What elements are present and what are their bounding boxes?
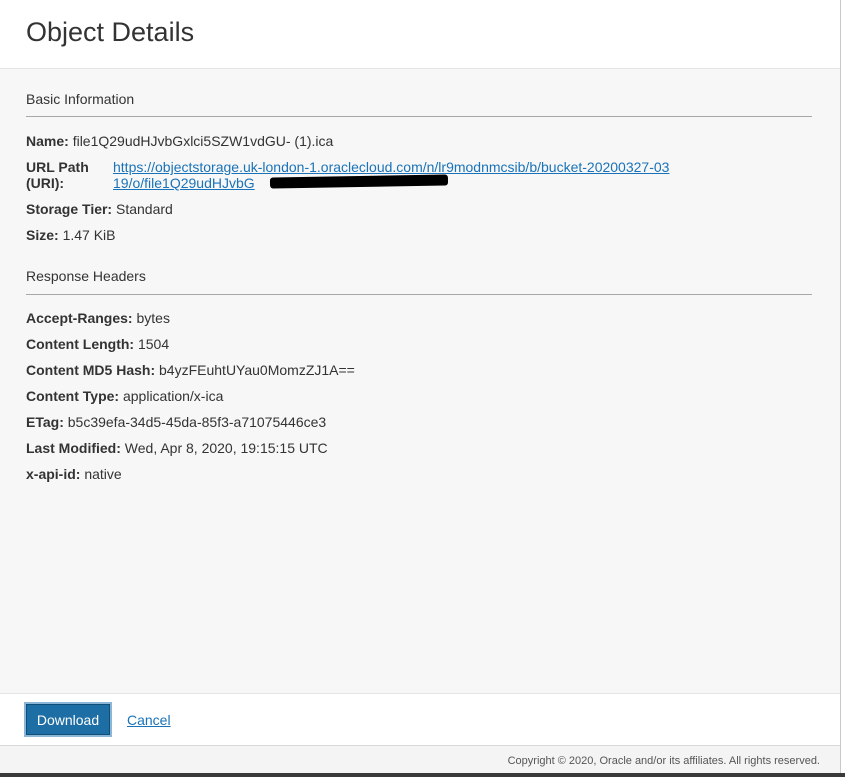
storage-tier-label: Storage Tier: <box>26 201 113 217</box>
header-label: Content Length: <box>26 336 135 352</box>
header-value: b4yzFEuhtUYau0MomzZJ1A== <box>159 362 355 378</box>
header-value: bytes <box>136 310 170 326</box>
copyright-text: Copyright © 2020, Oracle and/or its affi… <box>507 755 820 767</box>
basic-information-heading: Basic Information <box>26 91 135 107</box>
header-field: x-api-id: native <box>26 466 122 482</box>
header-field: Content Type: application/x-ica <box>26 388 223 404</box>
header-field: Content MD5 Hash: b4yzFEuhtUYau0MomzZJ1A… <box>26 362 355 378</box>
header-value: Wed, Apr 8, 2020, 19:15:15 UTC <box>124 440 328 456</box>
url-path-label: URL Path (URI): <box>26 159 89 191</box>
panel-header: Object Details <box>0 0 840 69</box>
size-value: 1.47 KiB <box>62 227 116 243</box>
header-label: x-api-id: <box>26 466 81 482</box>
name-field: Name: file1Q29udHJvbGxlci5SZW1vdGU- (1).… <box>26 133 333 149</box>
header-label: Content MD5 Hash: <box>26 362 156 378</box>
header-value: native <box>84 466 122 482</box>
copyright-bar: Copyright © 2020, Oracle and/or its affi… <box>0 745 840 773</box>
size-field: Size: 1.47 KiB <box>26 227 116 243</box>
page-title: Object Details <box>26 17 195 47</box>
storage-tier-field: Storage Tier: Standard <box>26 201 173 217</box>
header-label: Accept-Ranges: <box>26 310 133 326</box>
window-bottom-edge <box>0 773 845 777</box>
name-label: Name: <box>26 133 69 149</box>
window-edge <box>840 0 845 777</box>
header-field: Content Length: 1504 <box>26 336 169 352</box>
object-details-panel: Object Details Basic Information Name: f… <box>0 0 840 777</box>
storage-tier-value: Standard <box>116 201 173 217</box>
header-label: ETag: <box>26 414 64 430</box>
panel-footer <box>0 693 840 745</box>
section-divider <box>26 116 812 117</box>
header-label: Last Modified: <box>26 440 121 456</box>
header-value: 1504 <box>137 336 170 352</box>
header-value: application/x-ica <box>122 388 224 404</box>
name-value: file1Q29udHJvbGxlci5SZW1vdGU- (1).ica <box>72 133 334 149</box>
header-value: b5c39efa-34d5-45da-85f3-a71075446ce3 <box>67 414 327 430</box>
header-field: ETag: b5c39efa-34d5-45da-85f3-a71075446c… <box>26 414 326 430</box>
response-headers-heading: Response Headers <box>26 268 146 284</box>
size-label: Size: <box>26 227 59 243</box>
header-field: Accept-Ranges: bytes <box>26 310 170 326</box>
cancel-link[interactable]: Cancel <box>127 712 171 728</box>
section-divider <box>26 294 812 295</box>
download-button[interactable]: Download <box>26 704 110 735</box>
header-field: Last Modified: Wed, Apr 8, 2020, 19:15:1… <box>26 440 328 456</box>
header-label: Content Type: <box>26 388 120 404</box>
